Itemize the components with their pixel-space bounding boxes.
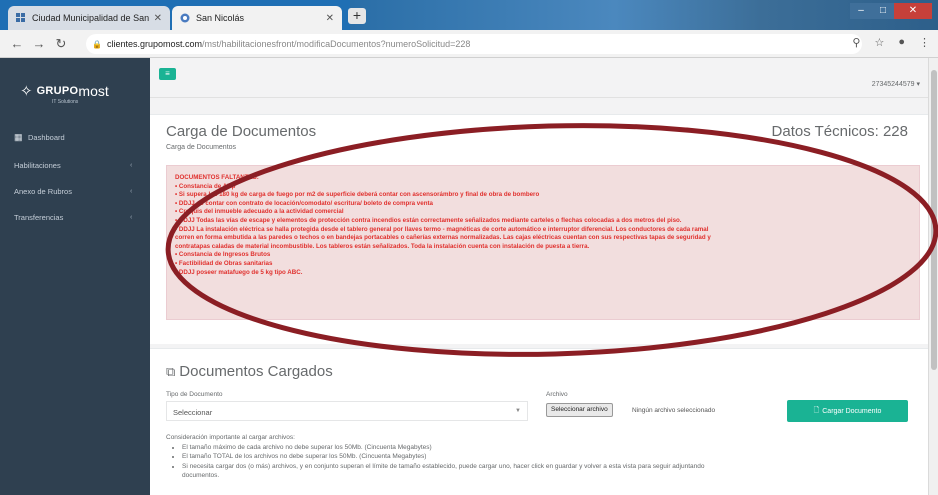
alert-line: contratapas caladas de material incombus… (175, 242, 590, 250)
profile-icon[interactable]: ● (898, 36, 905, 49)
reload-icon[interactable]: ↻ (50, 36, 72, 52)
consideraciones-list: El tamaño máximo de cada archivo no debe… (182, 443, 906, 481)
sidebar-item-habilitaciones[interactable]: Habilitaciones ‹ (0, 156, 150, 174)
sidebar-item-transferencias[interactable]: Transferencias ‹ (0, 208, 150, 226)
sidebar-item-label: Anexo de Rubros (14, 186, 72, 196)
list-item: El tamaño TOTAL de los archivos no debe … (182, 452, 906, 462)
alert-line: • Constancia de ARp (175, 182, 236, 190)
alert-line: • DDJJ de contar con contrato de locació… (175, 199, 433, 207)
tab-close-icon[interactable]: ✕ (326, 13, 334, 24)
close-window-icon[interactable]: ✕ (894, 3, 932, 19)
tab-title: Ciudad Municipalidad de San Ni... (32, 13, 150, 23)
tab-close-icon[interactable]: ✕ (154, 13, 162, 24)
toolbar-icons: ⚲ ☆ ● ⋮ (852, 36, 930, 49)
maximize-icon[interactable]: □ (872, 3, 894, 19)
tipo-documento-select[interactable]: Seleccionar ▼ (166, 401, 528, 421)
section-title-text: Documentos Cargados (179, 363, 333, 380)
user-dropdown[interactable]: 27345244579 ▾ (872, 80, 920, 88)
logo-crosshair-icon: ✧ (20, 83, 33, 100)
favicon-globe-icon (180, 13, 190, 23)
chevron-down-icon: ▼ (515, 408, 521, 414)
top-navbar: ≡ 27345244579 ▾ (150, 58, 938, 98)
alert-line: • DDJJ poseer matafuego de 5 kg tipo ABC… (175, 268, 303, 276)
lock-icon: 🔒 (92, 39, 102, 49)
url-path: /mst/habilitacionesfront/modificaDocumen… (202, 39, 471, 49)
cargar-documento-button[interactable]: 🗋 Cargar Documento (787, 400, 908, 422)
seleccionar-archivo-button[interactable]: Seleccionar archivo (546, 403, 613, 417)
sidebar-item-label: Transferencias (14, 212, 64, 222)
back-arrow-icon[interactable]: ← (6, 36, 28, 51)
alert-line: • Croquis del inmueble adecuado a la act… (175, 208, 344, 216)
consideraciones-title: Consideración importante al cargar archi… (166, 434, 295, 441)
main-content: ≡ 27345244579 ▾ Carga de Documentos Carg… (150, 58, 938, 495)
list-item: El tamaño máximo de cada archivo no debe… (182, 443, 906, 453)
carga-documentos-panel: Carga de Documentos Carga de Documentos … (150, 114, 928, 344)
logo-text-light: most (78, 83, 109, 99)
menu-toggle-button[interactable]: ≡ (159, 68, 176, 80)
consideraciones-block: Consideración importante al cargar archi… (166, 433, 906, 481)
window-controls: – □ ✕ (850, 3, 932, 19)
sidebar-item-anexo-rubros[interactable]: Anexo de Rubros ‹ (0, 182, 150, 200)
breadcrumb: Carga de Documentos (166, 144, 237, 151)
alert-line: corren en forma embutida a las paredes o… (175, 234, 711, 242)
favicon-grid-icon (16, 13, 26, 23)
sidebar-item-dashboard[interactable]: ▦ Dashboard (0, 128, 150, 146)
logo-tagline: IT Solutions (52, 99, 79, 105)
tipo-documento-label: Tipo de Documento (166, 391, 223, 398)
file-status-text: Ningún archivo seleccionado (632, 407, 716, 414)
sidebar-item-label: Dashboard (28, 132, 65, 142)
chevron-left-icon: ‹ (130, 213, 133, 221)
address-bar-row: ← → ↻ 🔒 clientes.grupomost.com /mst/habi… (0, 30, 938, 58)
copy-documents-icon: ⧉ (166, 363, 176, 379)
alert-line: • DDJJ La instalación eléctrica se halla… (175, 225, 709, 233)
scrollbar-thumb[interactable] (931, 70, 937, 370)
new-tab-button[interactable]: + (348, 8, 366, 24)
grid-icon: ▦ (14, 131, 23, 142)
chevron-left-icon: ‹ (130, 187, 133, 195)
select-value: Seleccionar (173, 408, 213, 417)
url-input[interactable]: 🔒 clientes.grupomost.com /mst/habilitaci… (86, 34, 862, 54)
grupomost-logo[interactable]: ✧ GRUPO most IT Solutions (20, 82, 109, 105)
tab-title: San Nicolás (196, 13, 245, 23)
archivo-label: Archivo (546, 391, 568, 398)
documentos-cargados-panel: ⧉ Documentos Cargados Tipo de Documento … (150, 348, 928, 495)
logo-text-bold: GRUPO (36, 85, 79, 97)
browser-tab-san-nicolas[interactable]: San Nicolás ✕ (172, 6, 342, 30)
alert-line: • DDJJ Todas las vías de escape y elemen… (175, 216, 682, 224)
browser-tab-strip: Ciudad Municipalidad de San Ni... ✕ San … (0, 0, 938, 30)
button-label: Cargar Documento (822, 407, 882, 415)
browser-tab-municipalidad[interactable]: Ciudad Municipalidad de San Ni... ✕ (8, 6, 170, 30)
url-host: clientes.grupomost.com (106, 39, 203, 49)
forward-arrow-icon[interactable]: → (28, 36, 50, 51)
alert-line: • Si supera los 180 kg de carga de fuego… (175, 191, 540, 199)
page-title: Carga de Documentos (166, 123, 317, 140)
sidebar-item-label: Habilitaciones (14, 160, 61, 170)
alert-line: • Constancia de Ingresos Brutos (175, 251, 271, 259)
minimize-icon[interactable]: – (850, 3, 872, 19)
bookmark-star-icon[interactable]: ☆ (874, 36, 884, 49)
file-icon: 🗋 (813, 406, 820, 414)
zoom-icon[interactable]: ⚲ (852, 36, 860, 49)
sidebar: ✧ GRUPO most IT Solutions ▦ Dashboard Ha… (0, 58, 150, 495)
page-scrollbar[interactable] (928, 58, 938, 495)
datos-tecnicos-label: Datos Técnicos: 228 (771, 123, 908, 140)
alert-heading: DOCUMENTOS FALTANTES: (175, 174, 259, 181)
browser-menu-icon[interactable]: ⋮ (919, 36, 930, 49)
alert-line: • Factibilidad de Obras sanitarias (175, 259, 273, 267)
list-item: documentos. (182, 472, 220, 479)
chevron-left-icon: ‹ (130, 161, 133, 169)
documentos-faltantes-alert: DOCUMENTOS FALTANTES: • Constancia de AR… (166, 165, 920, 320)
list-item: Si necesita cargar dos (o más) archivos,… (182, 462, 906, 472)
section-title: ⧉ Documentos Cargados (166, 363, 333, 380)
